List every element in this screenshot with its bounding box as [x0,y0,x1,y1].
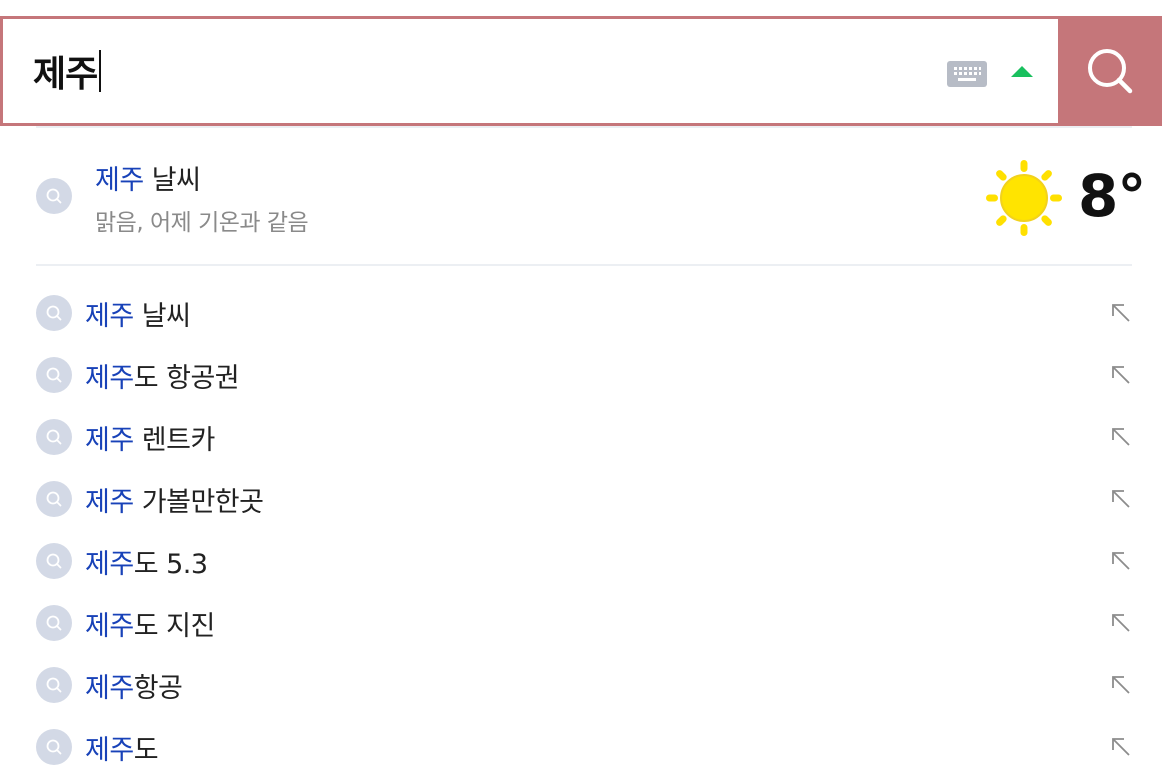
weather-subtitle: 맑음, 어제 기온과 같음 [95,210,309,236]
suggestion-rest: 도 5.3 [133,548,208,580]
suggestion-match: 제주 [85,424,134,456]
suggestion-match: 제주 [85,610,134,642]
weather-suffix: 날씨 [143,165,201,196]
fill-arrow-icon[interactable] [1110,612,1132,634]
weather-keyword: 제주 [95,165,144,196]
fill-arrow-icon[interactable] [1110,302,1132,324]
search-icon [36,178,72,214]
suggestion-item[interactable]: 제주 날씨 [36,282,1132,344]
suggestion-item[interactable]: 제주항공 [36,654,1132,716]
suggestion-rest: 렌트카 [133,424,216,456]
sun-icon [984,158,1064,242]
suggestion-rest: 도 지진 [133,610,216,642]
search-icon [36,605,72,641]
suggestion-text: 제주도 [85,728,159,767]
search-icon [36,481,72,517]
suggestion-text: 제주항공 [85,666,183,705]
suggestion-item[interactable]: 제주도 항공권 [36,344,1132,406]
suggestion-match: 제주 [85,362,134,394]
search-icon [36,729,72,765]
suggestion-text: 제주도 5.3 [85,542,208,581]
suggestion-text: 제주 날씨 [85,294,191,333]
suggestion-match: 제주 [85,548,134,580]
fill-arrow-icon[interactable] [1110,364,1132,386]
search-bar: 제주 [0,16,1162,126]
suggestion-item[interactable]: 제주 가볼만한곳 [36,468,1132,530]
suggestion-text: 제주 렌트카 [85,418,215,457]
search-icon [36,357,72,393]
suggestion-rest: 항공 [133,672,183,704]
search-input[interactable]: 제주 [0,16,1058,126]
keyboard-icon[interactable] [947,61,987,87]
text-caret [99,50,102,92]
suggestion-item[interactable]: 제주도 [36,716,1132,778]
suggestion-item[interactable]: 제주 렌트카 [36,406,1132,468]
suggestion-match: 제주 [85,300,134,332]
caret-up-icon[interactable] [1011,66,1033,77]
suggestion-rest: 날씨 [133,300,191,332]
search-icon [36,543,72,579]
suggestion-match: 제주 [85,672,134,704]
weather-suggestion[interactable]: 제주 날씨 맑음, 어제 기온과 같음 8° [36,150,1146,246]
suggestion-text: 제주 가볼만한곳 [85,480,264,519]
suggestion-text: 제주도 항공권 [85,356,240,395]
suggestion-match: 제주 [85,486,134,518]
suggestion-item[interactable]: 제주도 5.3 [36,530,1132,592]
suggestion-list: 제주 날씨 제주도 항공권 제주 렌트카 제주 가볼만한곳 제주도 5.3 제주도 지진 제… [36,282,1132,778]
divider [36,264,1132,266]
search-icon [36,667,72,703]
suggestion-match: 제주 [85,734,134,766]
fill-arrow-icon[interactable] [1110,674,1132,696]
divider [36,126,1132,128]
suggestion-rest: 도 [133,734,159,766]
temperature: 8° [1078,162,1146,230]
search-query[interactable]: 제주 [33,45,102,97]
suggestion-rest: 가볼만한곳 [133,486,264,518]
search-query-text: 제주 [33,54,98,95]
suggestion-item[interactable]: 제주도 지진 [36,592,1132,654]
fill-arrow-icon[interactable] [1110,550,1132,572]
fill-arrow-icon[interactable] [1110,426,1132,448]
search-icon [36,295,72,331]
search-icon [1088,49,1133,94]
search-submit-button[interactable] [1058,16,1162,126]
search-icon [36,419,72,455]
fill-arrow-icon[interactable] [1110,736,1132,758]
suggestion-text: 제주도 지진 [85,604,215,643]
suggestion-rest: 도 항공권 [133,362,240,394]
weather-title: 제주 날씨 [95,158,201,197]
fill-arrow-icon[interactable] [1110,488,1132,510]
